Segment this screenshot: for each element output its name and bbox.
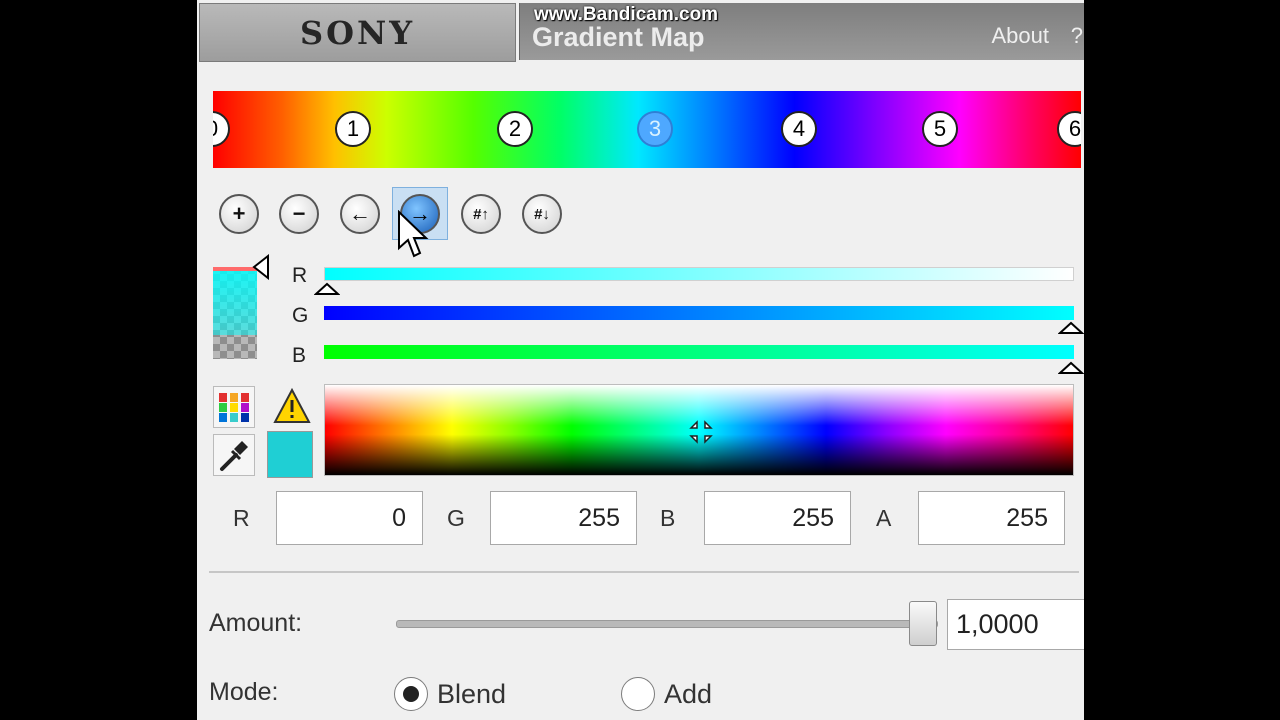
b-value-field[interactable]: 255 (704, 491, 851, 545)
section-divider (209, 571, 1079, 573)
gradient-stop-5[interactable]: 5 (922, 111, 958, 147)
gradient-stop-4[interactable]: 4 (781, 111, 817, 147)
stop-color-swatch (213, 267, 257, 359)
distribute-down-icon: #↓ (534, 205, 550, 223)
mouse-cursor-icon (398, 210, 429, 258)
logo-text: SONY (299, 13, 416, 52)
g-channel-thumb[interactable] (1058, 321, 1084, 335)
help-link[interactable]: ? (1071, 23, 1083, 49)
eyedropper-button[interactable] (213, 434, 255, 476)
r-value-field[interactable]: 0 (276, 491, 423, 545)
add-stop-button[interactable]: + (219, 194, 259, 234)
mode-blend-radio[interactable] (394, 677, 428, 711)
palette-button[interactable] (213, 386, 255, 428)
g-channel-slider[interactable] (324, 306, 1074, 320)
b-value-label: B (660, 505, 676, 531)
b-channel-slider[interactable] (324, 345, 1074, 359)
b-channel-thumb[interactable] (1058, 361, 1084, 375)
sony-logo: SONY (199, 3, 516, 62)
b-channel-label: B (292, 344, 307, 367)
plugin-title: Gradient Map (532, 22, 705, 52)
g-channel-label: G (292, 304, 309, 327)
move-stop-left-button[interactable]: ← (340, 194, 380, 234)
gradient-stop-1[interactable]: 1 (335, 111, 371, 147)
mode-add-label[interactable]: Add (664, 679, 712, 710)
r-value-label: R (233, 505, 250, 531)
radio-selected-dot (403, 686, 419, 702)
move-left-icon: ← (349, 201, 371, 226)
g-value-label: G (447, 505, 465, 531)
amount-input[interactable]: 1,0000 (947, 599, 1084, 650)
r-channel-thumb[interactable] (314, 282, 340, 296)
about-link[interactable]: About (992, 23, 1050, 49)
current-color-swatch (267, 431, 313, 478)
swatch-color-fill (213, 271, 257, 335)
gradient-bar[interactable]: 0 1 2 3 4 5 6 (213, 91, 1081, 168)
distribute-down-button[interactable]: #↓ (522, 194, 562, 234)
mode-label: Mode: (209, 678, 279, 706)
distribute-up-icon: #↑ (473, 205, 489, 223)
gradient-map-panel: SONY Gradient Map About ? www.Bandicam.c… (197, 0, 1084, 720)
amount-slider-thumb[interactable] (909, 601, 937, 646)
r-channel-label: R (292, 264, 308, 287)
mode-blend-label[interactable]: Blend (437, 679, 506, 710)
gradient-stop-6[interactable]: 6 (1057, 111, 1081, 147)
gradient-stop-0[interactable]: 0 (213, 111, 230, 147)
amount-slider-track[interactable] (396, 620, 938, 628)
remove-stop-button[interactable]: − (279, 194, 319, 234)
warning-icon (273, 388, 311, 423)
distribute-up-button[interactable]: #↑ (461, 194, 501, 234)
add-stop-icon: + (232, 201, 246, 226)
mode-add-radio[interactable] (621, 677, 655, 711)
eyedropper-icon (220, 441, 248, 471)
recording-watermark: www.Bandicam.com (534, 4, 719, 25)
r-channel-slider[interactable] (324, 267, 1074, 281)
swatch-pointer-icon (252, 254, 269, 280)
palette-icon (219, 393, 249, 422)
a-value-label: A (876, 505, 892, 531)
spectrum-crosshair-icon (689, 420, 713, 444)
amount-label: Amount: (209, 609, 303, 637)
remove-stop-icon: − (292, 201, 306, 226)
g-value-field[interactable]: 255 (490, 491, 637, 545)
gradient-stop-3[interactable]: 3 (637, 111, 673, 147)
a-value-field[interactable]: 255 (918, 491, 1065, 545)
gradient-stop-2[interactable]: 2 (497, 111, 533, 147)
